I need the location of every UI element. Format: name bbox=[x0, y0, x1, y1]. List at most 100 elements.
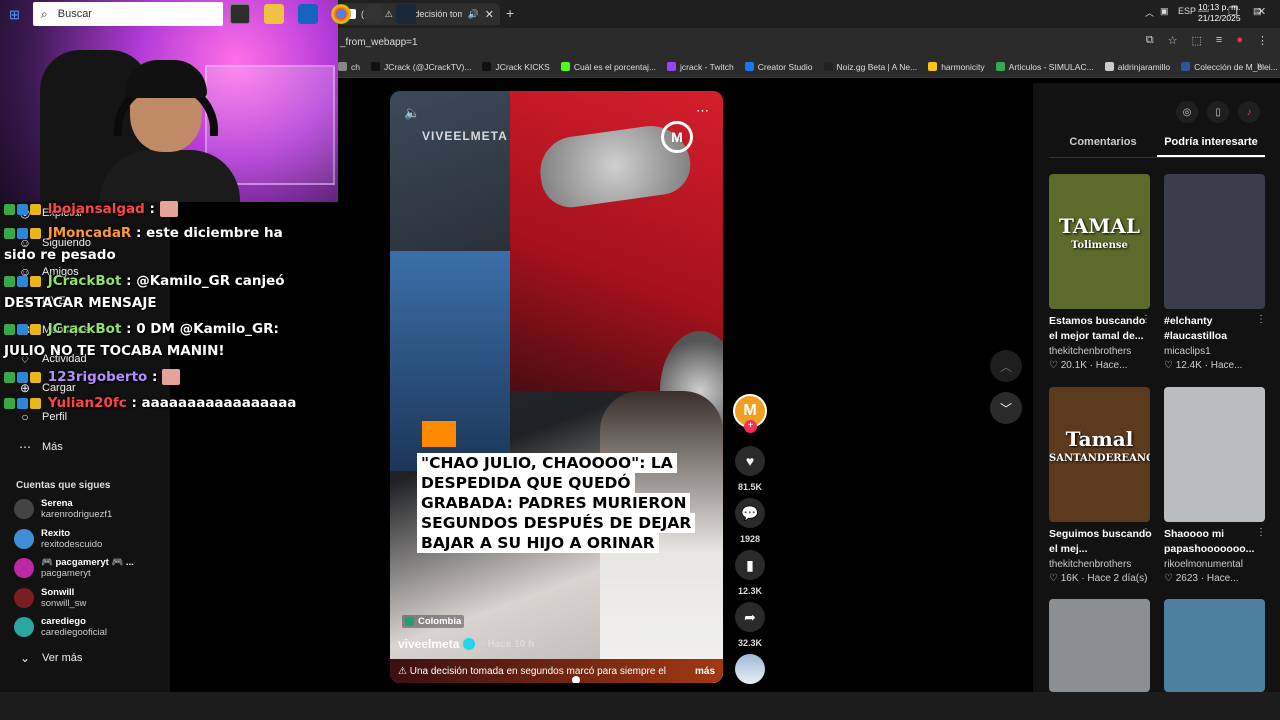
bookmark-item[interactable]: JCrack (@JCrackTV)... bbox=[370, 62, 471, 72]
card-options-icon[interactable]: ⋮ bbox=[1141, 314, 1151, 325]
float-icon[interactable]: ◎ bbox=[1176, 101, 1198, 123]
video-author[interactable]: viveelmeta · Hace 10 h bbox=[398, 637, 534, 651]
video-thumbnail[interactable] bbox=[1164, 387, 1265, 522]
video-thumbnail[interactable] bbox=[1164, 599, 1265, 692]
thumbnail-overlay-text: Tamal bbox=[1065, 427, 1134, 451]
bookmark-label: Creator Studio bbox=[757, 61, 813, 72]
previous-video-button[interactable]: ︿ bbox=[990, 350, 1022, 382]
menu-kebab-icon[interactable]: ⋮ bbox=[1257, 34, 1268, 47]
taskbar-clock[interactable]: 10:13 p. m. 21/12/2025 bbox=[1198, 2, 1241, 24]
bookmark-favicon-icon bbox=[1104, 62, 1114, 71]
card-title[interactable]: Shaoooo mi papashooooooo... bbox=[1164, 527, 1268, 557]
location-tag[interactable]: Colombia bbox=[402, 615, 465, 628]
device-icon[interactable]: ▯ bbox=[1207, 101, 1229, 123]
avatar bbox=[14, 558, 34, 578]
more-link[interactable]: más bbox=[695, 666, 715, 677]
language-indicator[interactable]: ESP bbox=[1178, 6, 1196, 16]
bookmark-item[interactable]: Articulos - SIMULAC... bbox=[995, 62, 1094, 72]
outlook-icon[interactable] bbox=[298, 4, 318, 24]
video-orange-mark bbox=[422, 421, 456, 447]
bookmark-item[interactable]: Colección de M_blei... bbox=[1181, 62, 1278, 72]
media-icon[interactable]: ≡ bbox=[1216, 34, 1222, 47]
extensions-icon[interactable]: ⬚ bbox=[1192, 34, 1202, 47]
bookmark-star-icon[interactable]: ☆ bbox=[1168, 34, 1178, 47]
video-options-icon[interactable]: ⋯ bbox=[696, 103, 709, 119]
card-title[interactable]: Seguimos buscando el mej... bbox=[1049, 527, 1153, 557]
url-field[interactable]: _from_webapp=1 bbox=[338, 33, 1108, 52]
like-button[interactable]: ♥ 81.5K bbox=[733, 446, 767, 492]
obs-icon[interactable] bbox=[364, 4, 384, 24]
more-bookmarks-icon[interactable]: » bbox=[1256, 60, 1262, 71]
follow-plus-icon[interactable]: + bbox=[744, 420, 757, 433]
save-button[interactable]: ▮ 12.3K bbox=[733, 550, 767, 596]
account-names: 🎮 pacgameryt 🎮 ... pacgameryt bbox=[41, 557, 134, 579]
bookmark-item[interactable]: JCrack KICKS bbox=[482, 62, 550, 72]
card-author[interactable]: micaclips1 bbox=[1164, 346, 1211, 357]
music-disc-icon[interactable] bbox=[735, 654, 765, 684]
share-button[interactable]: ➦ 32.3K bbox=[733, 602, 767, 648]
bookmark-item[interactable]: Creator Studio bbox=[744, 61, 813, 72]
task-view-icon[interactable] bbox=[230, 4, 250, 24]
card-options-icon[interactable]: ⋮ bbox=[1256, 314, 1266, 325]
followed-account[interactable]: Serena karenrodriguezf1 bbox=[14, 498, 112, 520]
tray-chevron-icon[interactable]: ︿ bbox=[1145, 6, 1154, 19]
clock-date: 21/12/2025 bbox=[1198, 13, 1241, 23]
bookmark-item[interactable]: Noiz.gg Beta | A Ne... bbox=[823, 62, 917, 72]
taskbar-search[interactable]: ⌕ Buscar bbox=[33, 2, 223, 26]
video-description[interactable]: ⚠ Una decisión tomada en segundos marcó … bbox=[390, 659, 723, 683]
video-thumbnail[interactable]: Tamal SANTANDEREANO bbox=[1049, 387, 1150, 522]
tab-suggestions[interactable]: Podría interesarte bbox=[1157, 136, 1265, 157]
followed-account[interactable]: carediego carediegooficial bbox=[14, 616, 107, 638]
card-title[interactable]: #elchanty #laucastilloa bbox=[1164, 314, 1268, 344]
see-more-button[interactable]: ⌄ Ver más bbox=[18, 651, 82, 665]
profile-icon[interactable]: ● bbox=[1236, 34, 1243, 47]
video-thumbnail[interactable] bbox=[1164, 174, 1265, 309]
chat-message: JMoncadaR : este diciembre ha sido re pe… bbox=[4, 222, 304, 266]
video-thumbnail[interactable] bbox=[1049, 599, 1150, 692]
card-title[interactable]: Estamos buscando el mejor tamal de... bbox=[1049, 314, 1153, 344]
notifications-icon[interactable]: ▤ bbox=[1253, 6, 1262, 17]
chat-message: Yulian20fc : aaaaaaaaaaaaaaaaa bbox=[4, 392, 304, 414]
bookmark-item[interactable]: harmonicity bbox=[928, 62, 985, 72]
bookmark-item[interactable]: ch bbox=[338, 62, 360, 72]
card-author[interactable]: thekitchenbrothers bbox=[1049, 346, 1131, 357]
card-options-icon[interactable]: ⋮ bbox=[1256, 527, 1266, 538]
clock-time: 10:13 p. m. bbox=[1198, 2, 1241, 12]
post-time: · Hace 10 h bbox=[481, 638, 535, 650]
steam-icon[interactable] bbox=[396, 4, 416, 24]
chrome-icon[interactable] bbox=[331, 4, 351, 24]
video-progress-handle[interactable] bbox=[572, 676, 580, 683]
comment-button[interactable]: 💬 1928 bbox=[733, 498, 767, 544]
speaker-icon[interactable]: 🔊 bbox=[468, 9, 479, 20]
card-stats: ♡ 20.1K · Hace... bbox=[1049, 360, 1128, 371]
chat-badge-icon bbox=[30, 275, 41, 287]
bookmark-item[interactable]: Cuál es el porcentaj... bbox=[560, 62, 656, 72]
card-author[interactable]: rikoelmonumental bbox=[1164, 559, 1243, 570]
file-explorer-icon[interactable] bbox=[264, 4, 284, 24]
close-tab-icon[interactable]: ✕ bbox=[485, 8, 494, 21]
windows-start-icon[interactable]: ⊞ bbox=[9, 7, 20, 23]
video-player[interactable]: VIVEELMETA M 🔈 ⋯ "CHAO JULIO, CHAOOOO": … bbox=[390, 91, 723, 683]
bookmark-favicon-icon bbox=[370, 62, 380, 71]
volume-icon[interactable]: 🔈 bbox=[404, 105, 420, 121]
next-video-button[interactable]: ﹀ bbox=[990, 392, 1022, 424]
card-author[interactable]: thekitchenbrothers bbox=[1049, 559, 1131, 570]
tiktok-logo-icon[interactable]: ♪ bbox=[1238, 101, 1260, 123]
chat-text: : bbox=[152, 369, 158, 385]
followed-account[interactable]: 🎮 pacgameryt 🎮 ... pacgameryt bbox=[14, 557, 134, 579]
network-icon[interactable]: ▣ bbox=[1160, 6, 1169, 17]
followed-account[interactable]: Sonwill sonwill_sw bbox=[14, 587, 86, 609]
followed-account[interactable]: Rexito rexitodescuido bbox=[14, 528, 102, 550]
sidebar-item-more[interactable]: ⋯ Más bbox=[18, 440, 63, 454]
chat-badges bbox=[4, 270, 43, 292]
bookmark-item[interactable]: aldrinjaramillo bbox=[1104, 61, 1171, 72]
install-app-icon[interactable]: ⧉ bbox=[1146, 34, 1154, 47]
bookmark-item[interactable]: jcrack - Twitch bbox=[667, 62, 734, 72]
video-thumbnail[interactable]: TAMAL Tolimense bbox=[1049, 174, 1150, 309]
chat-badges bbox=[4, 392, 43, 414]
card-options-icon[interactable]: ⋮ bbox=[1141, 527, 1151, 538]
new-tab-button[interactable]: + bbox=[506, 5, 514, 21]
bookmark-label: aldrinjaramillo bbox=[1117, 61, 1171, 72]
tab-comments[interactable]: Comentarios bbox=[1049, 136, 1157, 157]
caption-text: "CHAO JULIO, CHAOOOO": LA DESPEDIDA QUE … bbox=[417, 453, 696, 553]
